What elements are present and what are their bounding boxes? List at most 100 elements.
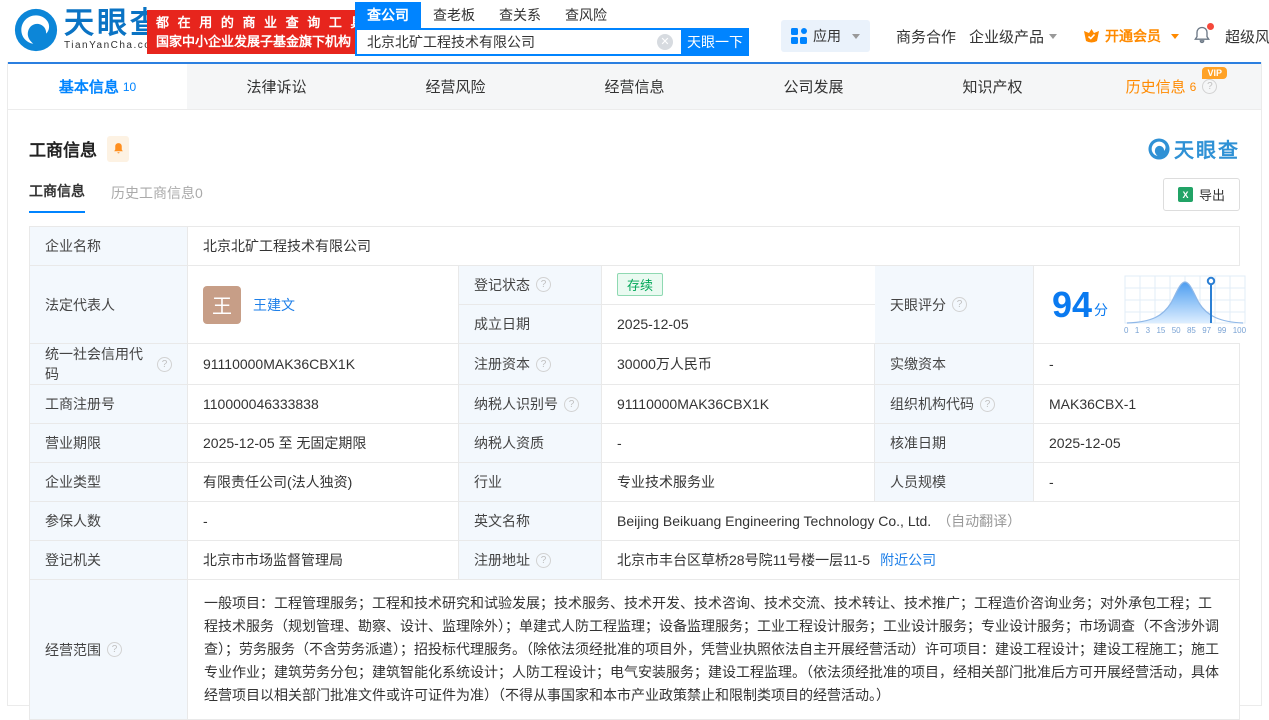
help-icon[interactable] [536, 356, 551, 372]
tab-label: 知识产权 [962, 79, 1023, 96]
help-icon[interactable] [157, 356, 172, 372]
export-label: 导出 [1198, 188, 1225, 203]
clear-search-icon[interactable]: ✕ [657, 34, 673, 50]
company-type-value: 有限责任公司(法人独资) [188, 463, 459, 501]
registered-capital-label: 注册资本 [459, 344, 602, 384]
watermark-logo: 天眼查 [1148, 134, 1240, 163]
insured-count-label: 参保人数 [30, 502, 188, 540]
tab-label: 经营风险 [425, 79, 486, 96]
nav-super-risk[interactable]: 超级风... [1225, 26, 1269, 47]
legal-rep-label: 法定代表人 [30, 266, 188, 343]
paid-capital-label: 实缴资本 [875, 344, 1034, 384]
taxpayer-id-label: 纳税人识别号 [459, 385, 602, 423]
help-icon[interactable] [564, 396, 579, 412]
chevron-down-icon [852, 33, 860, 39]
status-badge: 存续 [617, 273, 664, 297]
tab-legal-proceedings[interactable]: 法律诉讼 [187, 64, 366, 109]
company-name-label: 企业名称 [30, 227, 188, 265]
taxpayer-quality-value: - [602, 424, 875, 462]
tab-label: 基本信息 [58, 79, 119, 96]
business-info-table: 企业名称 北京北矿工程技术有限公司 法定代表人 王 王建文 登记状态 ? 存续 … [29, 226, 1257, 720]
nav-enterprise-products[interactable]: 企业级产品 [969, 26, 1058, 47]
credit-code-label: 统一社会信用代码 [30, 344, 188, 384]
search-tab-boss[interactable]: 查老板 [421, 2, 487, 28]
apps-menu[interactable]: 应用 [781, 20, 870, 52]
help-icon[interactable] [536, 552, 551, 568]
search-tab-risk[interactable]: 查风险 [553, 2, 619, 28]
help-icon[interactable] [536, 277, 551, 293]
tab-label: 历史信息 [1125, 79, 1186, 96]
registration-number-label: 工商注册号 [30, 385, 188, 423]
tab-label: 公司发展 [783, 79, 844, 96]
score-label-cell: 天眼评分 [875, 266, 1034, 343]
registered-address-label: 注册地址 [459, 541, 602, 579]
nav-business-cooperation[interactable]: 商务合作 [896, 26, 956, 47]
help-icon[interactable] [952, 297, 967, 312]
help-icon[interactable] [107, 642, 122, 657]
company-tabbar: 基本信息 10 法律诉讼 经营风险 经营信息 公司发展 知识产权 VIP 历史信… [8, 62, 1261, 110]
business-scope-value: 一般项目：工程管理服务；工程和技术研究和试验发展；技术服务、技术开发、技术咨询、… [188, 580, 1239, 719]
tab-operation-risk[interactable]: 经营风险 [366, 64, 545, 109]
tianyancha-logo-icon [14, 8, 58, 52]
tab-operation-info[interactable]: 经营信息 [545, 64, 724, 109]
status-date-cells: 登记状态 存续 成立日期 2025-12-05 [459, 266, 875, 343]
reg-status-value-cell: 存续 [602, 266, 875, 304]
table-row: 企业名称 北京北矿工程技术有限公司 [30, 227, 1239, 266]
org-code-value: MAK36CBX-1 [1034, 385, 1239, 423]
vip-crown-icon [1084, 28, 1100, 42]
chevron-down-icon [1171, 33, 1180, 39]
registered-address-value: 北京市丰台区草桥28号院11号楼一层11-5 附近公司 [602, 541, 1239, 579]
tianyancha-logo[interactable]: 天眼查 TianYanCha.com [14, 8, 163, 52]
nearby-companies-link[interactable]: 附近公司 [880, 550, 936, 570]
search-tab-company[interactable]: 查公司 [355, 2, 421, 28]
nav-open-vip[interactable]: 开通会员 [1083, 26, 1180, 46]
subtab-business-info[interactable]: 工商信息 [29, 181, 85, 213]
approval-date-label: 核准日期 [875, 424, 1034, 462]
establish-date-label: 成立日期 [459, 304, 602, 343]
chart-x-axis: 01 3 15 50 85 97 99 100 [1124, 325, 1247, 335]
open-vip-label: 开通会员 [1105, 28, 1162, 44]
establish-date-value: 2025-12-05 [602, 304, 875, 343]
company-name-value: 北京北矿工程技术有限公司 [188, 227, 1239, 265]
subtab-history-business-info[interactable]: 历史工商信息0 [111, 183, 203, 213]
help-icon[interactable] [980, 396, 995, 412]
tab-intellectual-property[interactable]: 知识产权 [903, 64, 1082, 109]
table-row: 参保人数 - 英文名称 Beijing Beikuang Engineering… [30, 502, 1239, 541]
tab-count: 10 [122, 79, 137, 94]
reg-status-label: 登记状态 [474, 276, 530, 293]
auto-translate-note: （自动翻译） [937, 513, 1022, 529]
subscribe-bell-icon[interactable] [107, 135, 129, 162]
industry-value: 专业技术服务业 [602, 463, 875, 501]
main-content: 工商信息 天眼查 工商信息 历史工商信息0 X 导出 企业名称 北京北矿工程技术… [8, 134, 1261, 720]
credit-code-value: 91110000MAK36CBX1K [188, 344, 459, 384]
apps-grid-icon [791, 28, 807, 44]
chevron-down-icon [1049, 33, 1058, 39]
export-button[interactable]: X 导出 [1162, 178, 1240, 211]
tab-label: 经营信息 [604, 79, 665, 96]
staff-size-label: 人员规模 [875, 463, 1034, 501]
table-row: 经营范围 一般项目：工程管理服务；工程和技术研究和试验发展；技术服务、技术开发、… [30, 580, 1239, 720]
top-header: 天眼查 TianYanCha.com 都 在 用 的 商 业 查 询 工 具 国… [0, 0, 1269, 62]
search-input[interactable] [355, 28, 681, 56]
table-row: 营业期限 2025-12-05 至 无固定期限 纳税人资质 - 核准日期 202… [30, 424, 1239, 463]
notification-bell-icon[interactable] [1192, 23, 1215, 47]
table-row: 企业类型 有限责任公司(法人独资) 行业 专业技术服务业 人员规模 - [30, 463, 1239, 502]
tab-company-development[interactable]: 公司发展 [724, 64, 903, 109]
paid-capital-value: - [1034, 344, 1239, 384]
industry-label: 行业 [459, 463, 602, 501]
search-button[interactable]: 天眼一下 [681, 28, 749, 56]
tab-history-info[interactable]: VIP 历史信息 6 [1082, 64, 1261, 109]
help-icon[interactable] [1202, 79, 1218, 94]
business-term-value: 2025-12-05 至 无固定期限 [188, 424, 459, 462]
tab-basic-info[interactable]: 基本信息 10 [8, 64, 187, 109]
table-row: 法定代表人 王 王建文 登记状态 存续 [30, 266, 1257, 344]
avatar[interactable]: 王 [203, 285, 241, 324]
org-code-label: 组织机构代码 [875, 385, 1034, 423]
table-row: 登记机关 北京市市场监督管理局 注册地址 北京市丰台区草桥28号院11号楼一层1… [30, 541, 1239, 580]
legal-rep-cell: 王 王建文 [188, 266, 459, 343]
tianyancha-logo-icon [1148, 137, 1170, 160]
registration-number-value: 110000046333838 [188, 385, 459, 423]
search-tab-relation[interactable]: 查关系 [487, 2, 553, 28]
legal-rep-link[interactable]: 王建文 [253, 295, 295, 315]
search-tabs: 查公司 查老板 查关系 查风险 [355, 2, 749, 28]
